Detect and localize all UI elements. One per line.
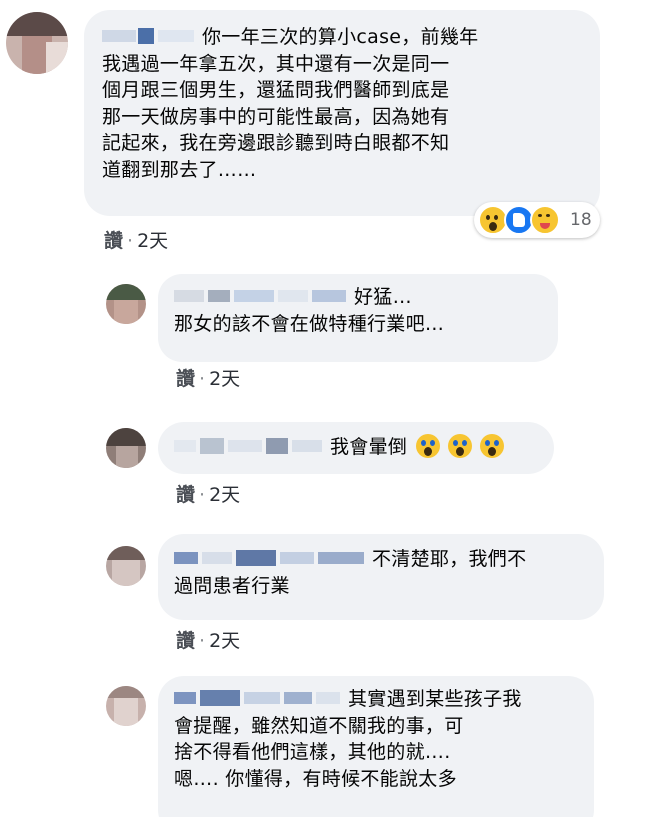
comment-bubble: 其實遇到某些孩子我 會提醒，雖然知道不關我的事，可 捨不得看他們這樣，其他的就…… xyxy=(158,676,594,817)
comment-line: 捨不得看他們這樣，其他的就…. xyxy=(174,741,451,763)
comment-thread: 你一年三次的算小case，前幾年 我遇過一年拿五次，其中還有一次是同一 個月跟三… xyxy=(0,0,656,817)
comment-line: 嗯…. 你懂得，有時候不能說太多 xyxy=(174,767,457,790)
comment-line: 其實遇到某些孩子我 xyxy=(348,688,522,710)
comment-text: 其實遇到某些孩子我 會提醒，雖然知道不關我的事，可 捨不得看他們這樣，其他的就…… xyxy=(174,686,580,792)
comment-line: 會提醒，雖然知道不關我的事，可 xyxy=(174,714,464,737)
avatar[interactable] xyxy=(106,686,146,726)
reply: 其實遇到某些孩子我 會提醒，雖然知道不關我的事，可 捨不得看他們這樣，其他的就…… xyxy=(0,0,656,817)
author-name[interactable] xyxy=(174,688,342,708)
